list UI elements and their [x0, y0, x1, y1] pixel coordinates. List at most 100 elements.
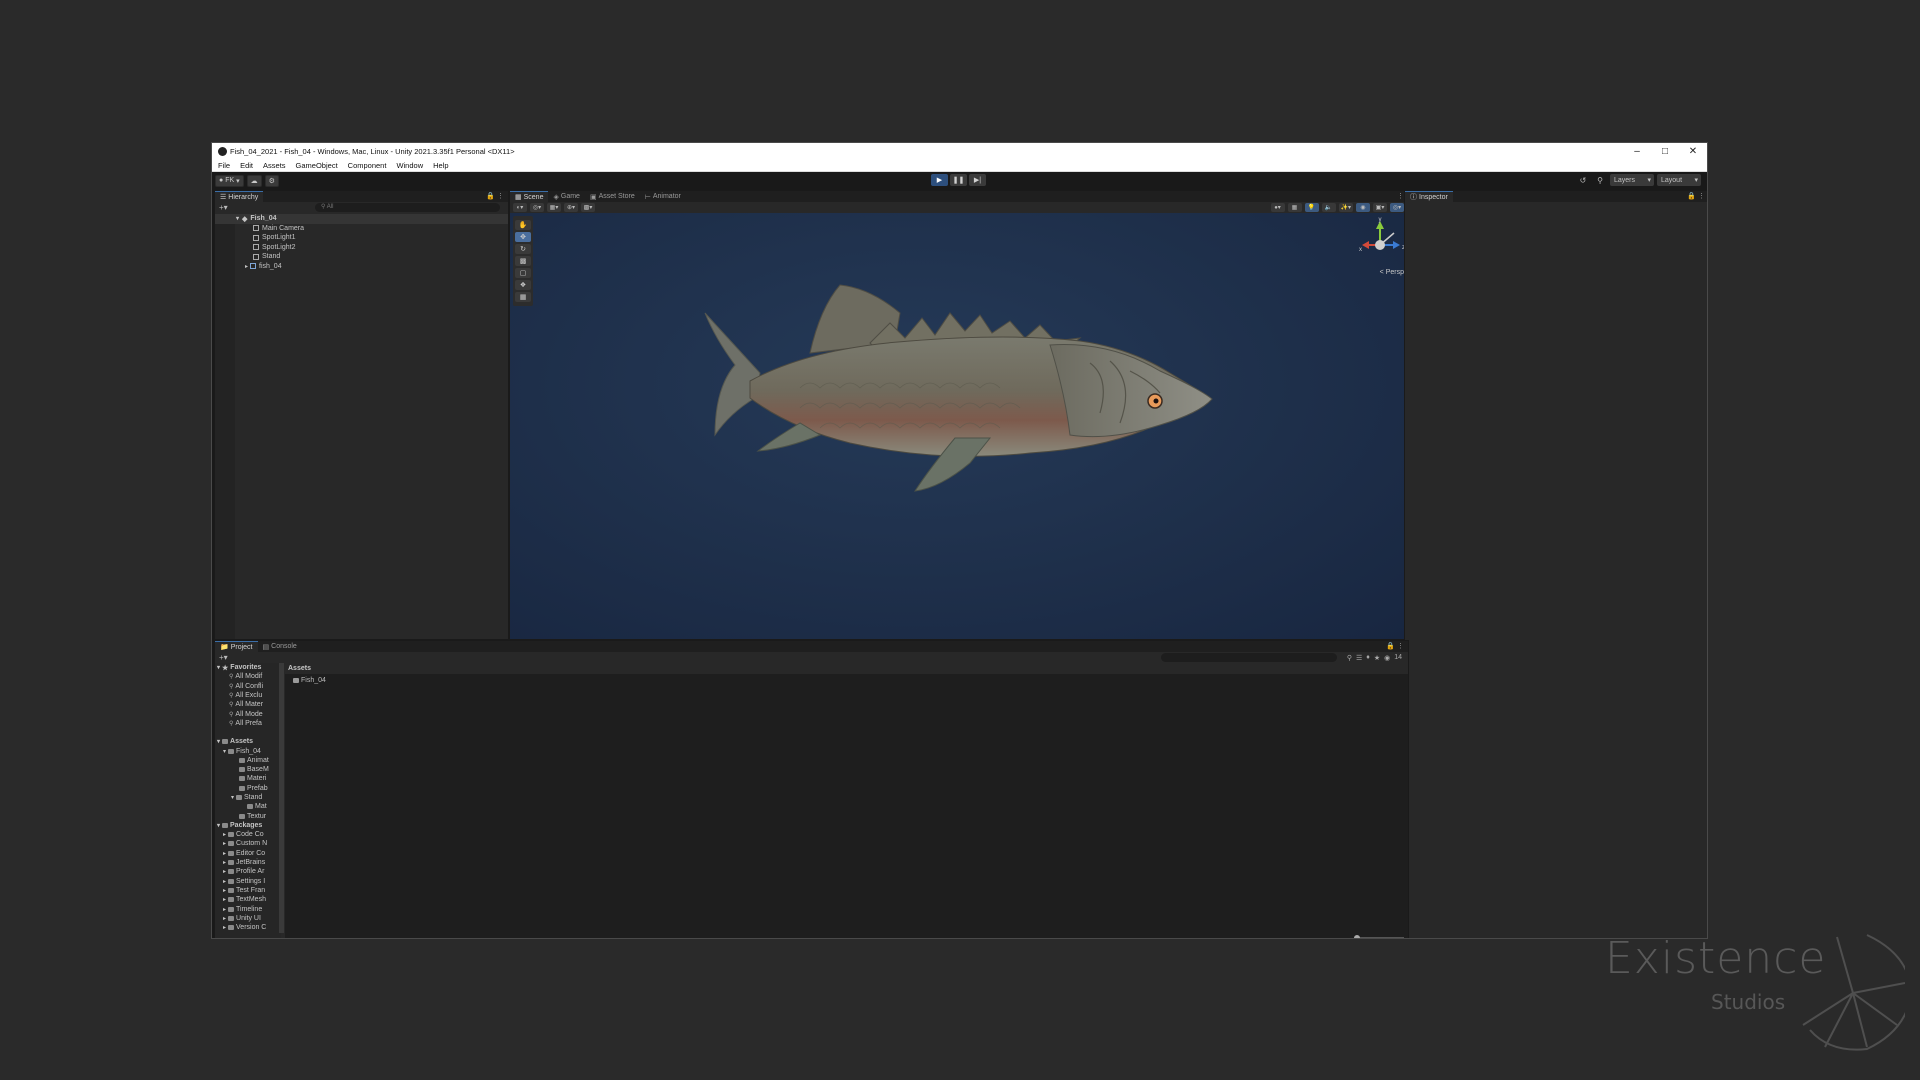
hidden-objects-toggle[interactable]: ◉: [1356, 203, 1370, 212]
history-button[interactable]: ↺: [1576, 174, 1590, 186]
tab-project[interactable]: 📁 Project: [215, 641, 258, 652]
search-by-type-icon[interactable]: ⚲: [1347, 654, 1352, 662]
shading-mode-dropdown[interactable]: ●▾: [1270, 203, 1285, 212]
folder-item[interactable]: Prefab: [215, 784, 281, 793]
hierarchy-item-spotlight1[interactable]: SpotLight1: [215, 233, 508, 243]
persp-label[interactable]: < Persp: [1380, 269, 1404, 276]
2d-toggle[interactable]: ▦: [1287, 203, 1302, 212]
folder-item[interactable]: Materi: [215, 774, 281, 783]
tab-scene[interactable]: ▦ Scene: [510, 191, 549, 202]
panel-menu-icon[interactable]: 🔒 ⋮: [1687, 192, 1705, 200]
maximize-icon[interactable]: □: [1651, 146, 1679, 157]
package-item[interactable]: ▸ Editor Co: [215, 849, 281, 858]
tab-inspector[interactable]: ⓘ Inspector: [1405, 191, 1453, 202]
package-item[interactable]: ▸ Unity UI: [215, 914, 281, 923]
filter-icon[interactable]: ☰: [1356, 654, 1362, 662]
scene-viewport[interactable]: ✋ ✥ ↻ ▩ ▢ ❖ ▦ y x < Persp: [510, 213, 1409, 640]
fish-model[interactable]: [510, 213, 1409, 640]
tab-asset-store[interactable]: ▣ Asset Store: [585, 191, 640, 202]
menu-component[interactable]: Component: [348, 161, 387, 170]
collab-button[interactable]: ⚙: [264, 174, 279, 187]
hierarchy-item-fish-04[interactable]: ▸ fish_04: [215, 262, 508, 272]
favorite-item[interactable]: ⚲ All Exclu: [215, 691, 281, 700]
package-item[interactable]: ▸ Timeline: [215, 904, 281, 913]
cloud-button[interactable]: ☁: [246, 174, 262, 187]
audio-toggle[interactable]: 🔈: [1321, 203, 1336, 212]
layout-dropdown[interactable]: Layout ▾: [1657, 174, 1701, 186]
menu-help[interactable]: Help: [433, 161, 448, 170]
tab-animator[interactable]: ⊢ Animator: [640, 191, 686, 202]
scene-tabstrip: ▦ Scene ◈ Game ▣ Asset Store ⊢ Animator: [510, 191, 1408, 202]
icon-size-slider[interactable]: [1354, 935, 1404, 938]
package-item[interactable]: ▸ Custom N: [215, 839, 281, 848]
favorite-item[interactable]: ⚲ All Prefa: [215, 719, 281, 728]
panel-menu-icon[interactable]: 🔒 ⋮: [1386, 642, 1404, 650]
folder-icon: [293, 678, 299, 683]
package-item[interactable]: ▸ Profile Ar: [215, 867, 281, 876]
favorite-item[interactable]: ⚲ All Mater: [215, 700, 281, 709]
assets-header[interactable]: ▾ Assets: [215, 737, 281, 746]
asset-folder-item[interactable]: Fish_04: [293, 677, 1408, 684]
folder-item[interactable]: ▾ Fish_04: [215, 746, 281, 755]
panel-menu-icon[interactable]: 🔒 ⋮: [486, 192, 504, 200]
package-item[interactable]: ▸ TextMesh: [215, 895, 281, 904]
pivot-dropdown[interactable]: ◎▾: [530, 203, 544, 212]
create-asset-button[interactable]: +▾: [219, 653, 228, 662]
hierarchy-search-input[interactable]: ⚲ All: [315, 203, 500, 212]
favorite-item[interactable]: ⚲ All Mode: [215, 709, 281, 718]
pause-button[interactable]: ❚❚: [950, 174, 967, 186]
favorite-item-label: All Exclu: [235, 692, 263, 700]
favorite-item[interactable]: ⚲ All Modif: [215, 672, 281, 681]
hidden-packages-icon[interactable]: ◉: [1384, 654, 1390, 662]
icon-size-slider-knob[interactable]: [1354, 935, 1360, 938]
folder-item[interactable]: Textur: [215, 811, 281, 820]
camera-settings-dropdown[interactable]: ▣▾: [1373, 203, 1387, 212]
play-button[interactable]: ▶: [931, 174, 948, 186]
project-search-input[interactable]: [1161, 653, 1337, 662]
search-button[interactable]: ⚲: [1593, 174, 1607, 186]
folder-item[interactable]: Mat: [215, 802, 281, 811]
step-button[interactable]: ▶|: [969, 174, 986, 186]
grid-snap-dropdown[interactable]: ▦▾: [547, 203, 561, 212]
folder-tree-scrollbar[interactable]: [279, 663, 284, 933]
hierarchy-item-stand[interactable]: Stand: [215, 252, 508, 262]
panel-menu-icon[interactable]: ⋮: [1397, 192, 1404, 200]
packages-header[interactable]: ▾ Packages: [215, 821, 281, 830]
tab-game[interactable]: ◈ Game: [548, 191, 584, 202]
folder-item[interactable]: ▾ Stand: [215, 793, 281, 802]
lighting-toggle[interactable]: 💡: [1304, 203, 1319, 212]
close-icon[interactable]: ✕: [1679, 146, 1707, 157]
create-button[interactable]: +▾: [219, 203, 228, 212]
hierarchy-item-main-camera[interactable]: Main Camera: [215, 224, 508, 234]
hierarchy-item-scene[interactable]: ▾ ◆ Fish_04: [215, 214, 508, 224]
favorites-header[interactable]: ▾ ★ Favorites: [215, 663, 281, 672]
gizmos-dropdown[interactable]: ◎▾: [1390, 203, 1404, 212]
increment-snap-dropdown[interactable]: ⊕▾: [564, 203, 578, 212]
favorite-item[interactable]: ⚲ All Confli: [215, 682, 281, 691]
layers-dropdown[interactable]: Layers ▾: [1610, 174, 1654, 186]
tab-hierarchy[interactable]: ☰ Hierarchy: [215, 191, 264, 202]
draw-mode-dropdown[interactable]: ◐▾: [513, 203, 527, 212]
folder-item[interactable]: BaseM: [215, 765, 281, 774]
account-button[interactable]: ● FK ▾: [215, 174, 244, 187]
view-options-dropdown[interactable]: ▩▾: [581, 203, 595, 212]
menu-file[interactable]: File: [218, 161, 230, 170]
menu-assets[interactable]: Assets: [263, 161, 286, 170]
tab-console[interactable]: ▤ Console: [258, 641, 302, 652]
package-item[interactable]: ▸ Settings I: [215, 877, 281, 886]
folder-item[interactable]: Animat: [215, 756, 281, 765]
label-icon[interactable]: ♦: [1366, 654, 1370, 661]
star-icon[interactable]: ★: [1374, 654, 1380, 662]
hierarchy-item-spotlight2[interactable]: SpotLight2: [215, 243, 508, 253]
minimize-icon[interactable]: –: [1623, 146, 1651, 157]
package-item[interactable]: ▸ Test Fran: [215, 886, 281, 895]
effects-dropdown[interactable]: ✨▾: [1338, 203, 1353, 212]
package-item[interactable]: ▸ Version C: [215, 923, 281, 932]
menu-gameobject[interactable]: GameObject: [296, 161, 338, 170]
menu-edit[interactable]: Edit: [240, 161, 253, 170]
breadcrumb-assets[interactable]: Assets: [288, 665, 311, 672]
package-item[interactable]: ▸ Code Co: [215, 830, 281, 839]
info-icon: ⓘ: [1410, 194, 1417, 201]
menu-window[interactable]: Window: [396, 161, 423, 170]
package-item[interactable]: ▸ JetBrains: [215, 858, 281, 867]
